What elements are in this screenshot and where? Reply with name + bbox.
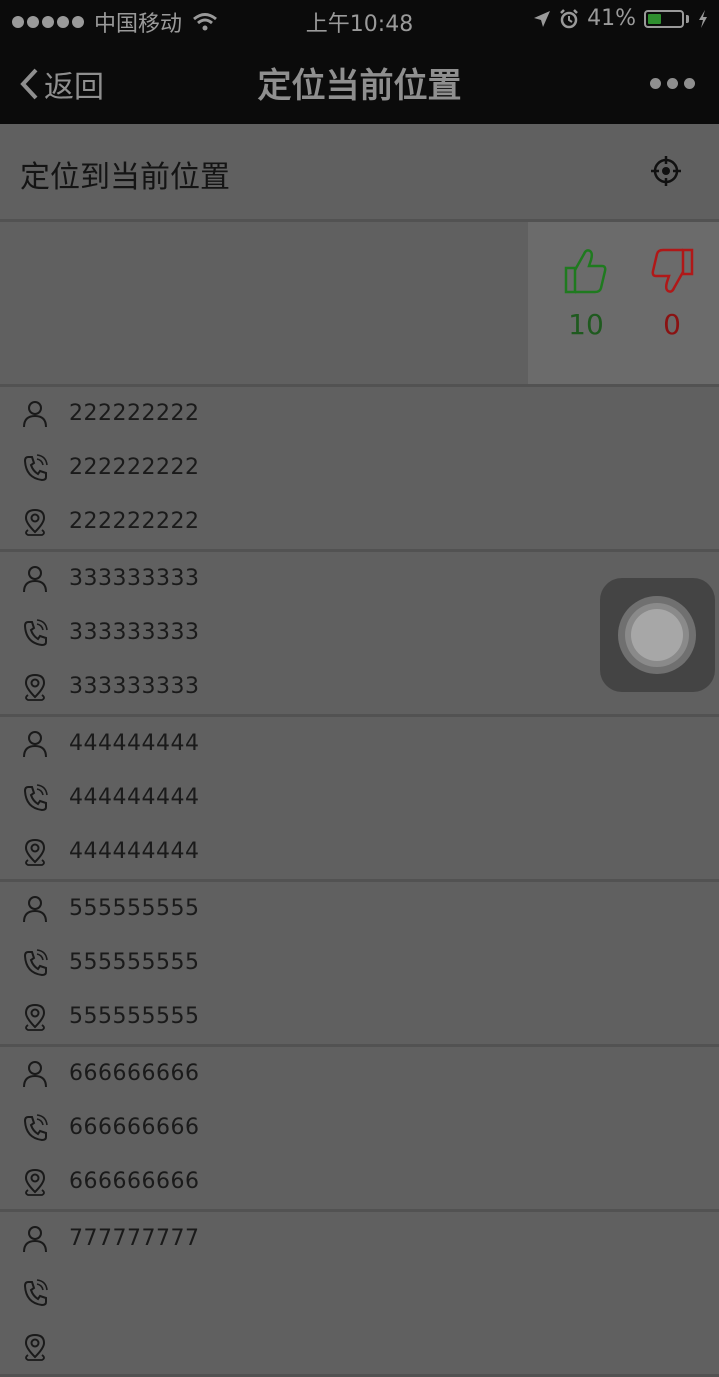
entry-name-row: 222222222 [0,387,719,441]
entry-name-row: 666666666 [0,1047,719,1101]
entry-address: 555555555 [69,1004,200,1029]
nav-bar: 返回 定位当前位置 [0,40,719,124]
entry-name-row: 777777777 [0,1212,719,1266]
entry-phone: 555555555 [69,950,200,975]
entry-address: 444444444 [69,839,200,864]
assistive-touch-button[interactable] [600,578,715,692]
phone-icon [22,1114,48,1142]
thumbs-up-icon [564,249,607,294]
list-item[interactable]: 555555555 555555555 555555555 [0,882,719,1047]
list-item[interactable]: 222222222 222222222 222222222 [0,387,719,552]
location-pin-icon [22,838,48,866]
person-icon [22,895,48,923]
entry-phone: 222222222 [69,455,200,480]
rating-card: 10 0 [0,222,719,387]
location-pin-icon [22,1333,48,1361]
entry-address: 333333333 [69,674,200,699]
entry-phone-row [0,1266,719,1320]
location-pin-icon [22,1168,48,1196]
entry-name: 666666666 [69,1061,200,1086]
alarm-icon [560,8,578,28]
phone-icon [22,619,48,647]
entry-phone-row: 444444444 [0,771,719,825]
phone-icon [22,784,48,812]
entry-phone: 666666666 [69,1115,200,1140]
person-icon [22,400,48,428]
more-icon[interactable] [650,78,695,89]
entry-address-row: 666666666 [0,1155,719,1209]
entry-phone: 444444444 [69,785,200,810]
thumbs-down-count: 0 [663,308,681,341]
entry-name: 777777777 [69,1226,200,1251]
entry-phone-row: 666666666 [0,1101,719,1155]
location-pin-icon [22,673,48,701]
phone-icon [22,454,48,482]
contact-list: 222222222 222222222 222222222 333333333 3333… [0,387,719,1377]
entry-address-row: 222222222 [0,495,719,549]
battery-percent: 41% [587,6,636,31]
location-pin-icon [22,508,48,536]
entry-name-row: 444444444 [0,717,719,771]
entry-name: 222222222 [69,401,200,426]
entry-name: 333333333 [69,566,200,591]
phone-icon [22,1279,48,1307]
thumbs-down-button[interactable]: 0 [642,248,702,341]
entry-phone: 333333333 [69,620,200,645]
page-title: 定位当前位置 [257,66,462,106]
phone-icon [22,949,48,977]
location-pin-icon [22,1003,48,1031]
entry-name: 444444444 [69,731,200,756]
status-right: 41% [533,6,709,31]
entry-phone-row: 555555555 [0,936,719,990]
entry-address-row [0,1320,719,1374]
location-arrow-icon [534,10,551,27]
entry-name-row: 555555555 [0,882,719,936]
locate-current-position-row[interactable]: 定位到当前位置 [0,124,719,222]
entry-address-row: 555555555 [0,990,719,1044]
battery-fill [648,13,662,24]
person-icon [22,1060,48,1088]
battery-cap [686,14,689,23]
list-item[interactable]: 777777777 [0,1212,719,1377]
thumbs-up-button[interactable]: 10 [556,248,616,341]
locate-crosshair-icon[interactable] [651,156,681,186]
list-item[interactable]: 666666666 666666666 666666666 [0,1047,719,1212]
entry-name: 555555555 [69,896,200,921]
person-icon [22,730,48,758]
entry-phone-row: 222222222 [0,441,719,495]
locate-label: 定位到当前位置 [20,160,230,195]
entry-address: 222222222 [69,509,200,534]
entry-address-row: 444444444 [0,825,719,879]
person-icon [22,565,48,593]
battery-icon [644,9,684,28]
rating-box: 10 0 [528,222,719,384]
status-bar: 中国移动 上午10:48 41% [0,0,719,40]
thumbs-down-icon [651,248,694,293]
list-item[interactable]: 444444444 444444444 444444444 [0,717,719,882]
person-icon [22,1225,48,1253]
entry-address: 666666666 [69,1169,200,1194]
thumbs-up-count: 10 [568,308,604,341]
charging-icon [699,9,707,28]
